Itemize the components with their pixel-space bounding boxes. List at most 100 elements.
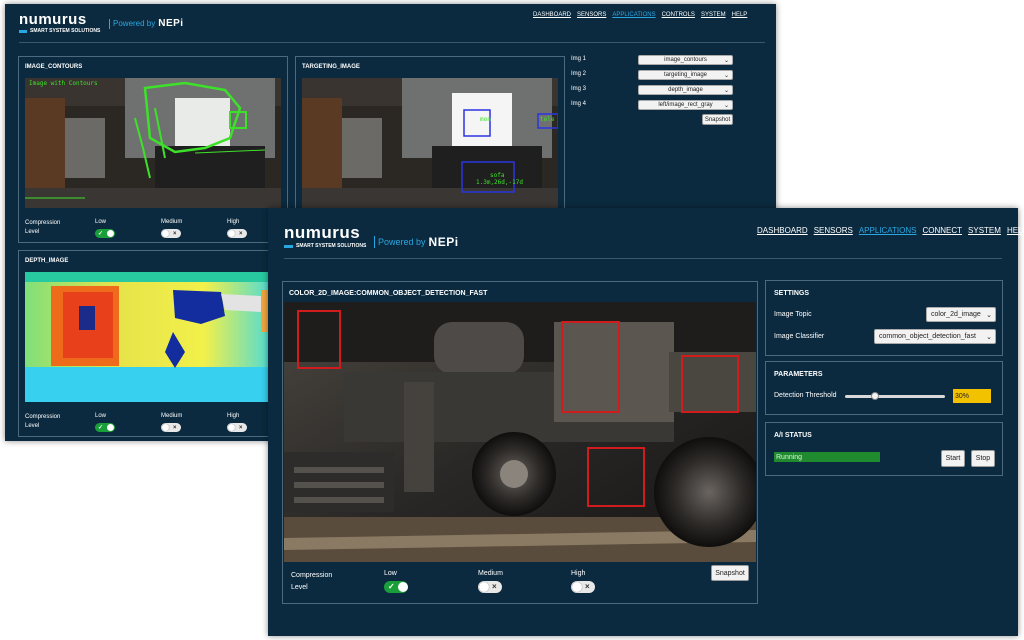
compression-high-label: High [571,570,586,577]
target-label-1: mon [480,116,491,123]
panel-title: DEPTH_IMAGE [25,258,69,264]
target-label-2-range: 1.3m,26d,-17d [476,179,523,186]
panel-ai-status: A/I STATUS Running Start Stop [765,422,1003,476]
compression-low-toggle[interactable]: ✓ [95,423,115,432]
top-nav: DASHBOARD SENSORS APPLICATIONS CONNECT SYSTE… [757,226,1024,235]
nepi-logo: NEPi [158,18,184,29]
compression-label: Compression Level [25,220,61,235]
chevron-down-icon: ⌄ [723,72,729,79]
nav-connect[interactable]: CONNECT [922,226,962,235]
x-icon: × [585,582,590,591]
image-topic-label: Image Topic [774,311,812,318]
numurus-logo: numurus SMART SYSTEM SOLUTIONS [19,12,100,34]
nav-dashboard[interactable]: DASHBOARD [757,226,808,235]
compression-label: Compression Level [25,414,61,429]
nav-system[interactable]: SYSTEM [968,226,1001,235]
compression-medium-label: Medium [478,570,503,577]
img-1-select[interactable]: image_contours ⌄ [638,55,733,65]
nav-controls[interactable]: CONTROLS [662,12,695,18]
panel-settings: SETTINGS Image Topic color_2d_image ⌄ Ima… [765,280,1003,356]
settings-title: SETTINGS [774,290,810,297]
compression-high-label: High [227,219,240,225]
nav-help[interactable]: HELP [1007,226,1024,235]
ai-status-title: A/I STATUS [774,432,812,439]
chevron-down-icon: ⌄ [723,57,729,64]
image-topic-select[interactable]: color_2d_image ⌄ [926,307,996,322]
panel-title: TARGETING_IMAGE [302,64,360,70]
chevron-down-icon: ⌄ [723,87,729,94]
panel-image-contours: IMAGE_CONTOURS Image with Contours Compr… [18,56,288,243]
compression-medium-toggle[interactable]: × [478,581,502,593]
nav-dashboard[interactable]: DASHBOARD [533,12,571,18]
compression-high-toggle[interactable]: × [227,423,247,432]
panel-title: COLOR_2D_IMAGE:COMMON_OBJECT_DETECTION_F… [289,290,488,297]
parameters-title: PARAMETERS [774,371,823,378]
compression-low-toggle[interactable]: ✓ [95,229,115,238]
powered-by-text: Powered by [378,237,426,247]
select-value: image_contours [664,57,707,63]
compression-label: Compression Level [291,572,333,591]
compression-low-label: Low [95,219,107,225]
detection-image[interactable] [284,302,756,562]
contours-image[interactable]: Image with Contours [25,78,281,208]
compression-high-toggle[interactable]: × [227,229,247,238]
target-label-3: tele [540,116,555,123]
panel-depth-image: DEPTH_IMAGE Compression Level Low Medium… [18,250,288,437]
brand-name: numurus [19,11,87,28]
check-icon: ✓ [98,230,104,237]
img-3-label: Img 3 [571,86,587,92]
brand-tagline: SMART SYSTEM SOLUTIONS [30,28,101,34]
compression-medium-label: Medium [161,219,183,225]
snapshot-button[interactable]: Snapshot [711,565,749,581]
nav-help[interactable]: HELP [732,12,748,18]
check-icon: ✓ [388,582,395,591]
chevron-down-icon: ⌄ [986,311,992,319]
panel-title: IMAGE_CONTOURS [25,64,83,70]
img-2-select[interactable]: targeting_image ⌄ [638,70,733,80]
header-divider [284,258,1002,259]
nav-sensors[interactable]: SENSORS [577,12,606,18]
compression-low-label: Low [95,413,107,419]
targeting-image[interactable]: mon sofa 1.3m,26d,-17d tele [302,78,558,208]
front-app-window: numurus SMART SYSTEM SOLUTIONS Powered b… [268,208,1024,636]
x-icon: × [492,582,497,591]
powered-by-nepi: Powered by NEPi [109,18,184,29]
compression-medium-toggle[interactable]: × [161,229,181,238]
slider-handle[interactable] [871,392,879,400]
nav-applications[interactable]: APPLICATIONS [859,226,917,235]
top-nav: DASHBOARD SENSORS APPLICATIONS CONTROLS SYST… [533,12,747,18]
compression-low-toggle[interactable]: ✓ [384,581,408,593]
compression-low-label: Low [384,570,397,577]
select-value: left/image_rect_gray [658,102,713,108]
detection-threshold-value: 30% [953,389,991,403]
x-icon: × [173,230,177,237]
select-value: depth_image [668,87,703,93]
compression-high-label: High [227,413,240,419]
depth-image[interactable] [25,272,281,402]
image-classifier-select[interactable]: common_object_detection_fast ⌄ [874,329,996,344]
detection-threshold-label: Detection Threshold [774,392,837,399]
start-button[interactable]: Start [941,450,965,467]
x-icon: × [173,424,177,431]
snapshot-button[interactable]: Snapshot [702,114,733,125]
img-4-select[interactable]: left/image_rect_gray ⌄ [638,100,733,110]
stop-button[interactable]: Stop [971,450,995,467]
check-icon: ✓ [98,424,104,431]
image-classifier-label: Image Classifier [774,333,825,340]
brand-name: numurus [284,223,361,242]
panel-detection-image: COLOR_2D_IMAGE:COMMON_OBJECT_DETECTION_F… [282,281,758,604]
x-icon: × [239,424,243,431]
select-value: targeting_image [663,72,708,78]
img-3-select[interactable]: depth_image ⌄ [638,85,733,95]
compression-medium-toggle[interactable]: × [161,423,181,432]
nav-applications[interactable]: APPLICATIONS [612,12,655,18]
chevron-down-icon: ⌄ [723,102,729,109]
detection-threshold-slider[interactable] [845,392,945,400]
img-2-label: Img 2 [571,71,587,77]
compression-medium-label: Medium [161,413,183,419]
nav-system[interactable]: SYSTEM [701,12,726,18]
compression-high-toggle[interactable]: × [571,581,595,593]
img-1-label: Img 1 [571,56,587,62]
powered-by-nepi: Powered by NEPi [374,235,459,249]
nav-sensors[interactable]: SENSORS [814,226,853,235]
